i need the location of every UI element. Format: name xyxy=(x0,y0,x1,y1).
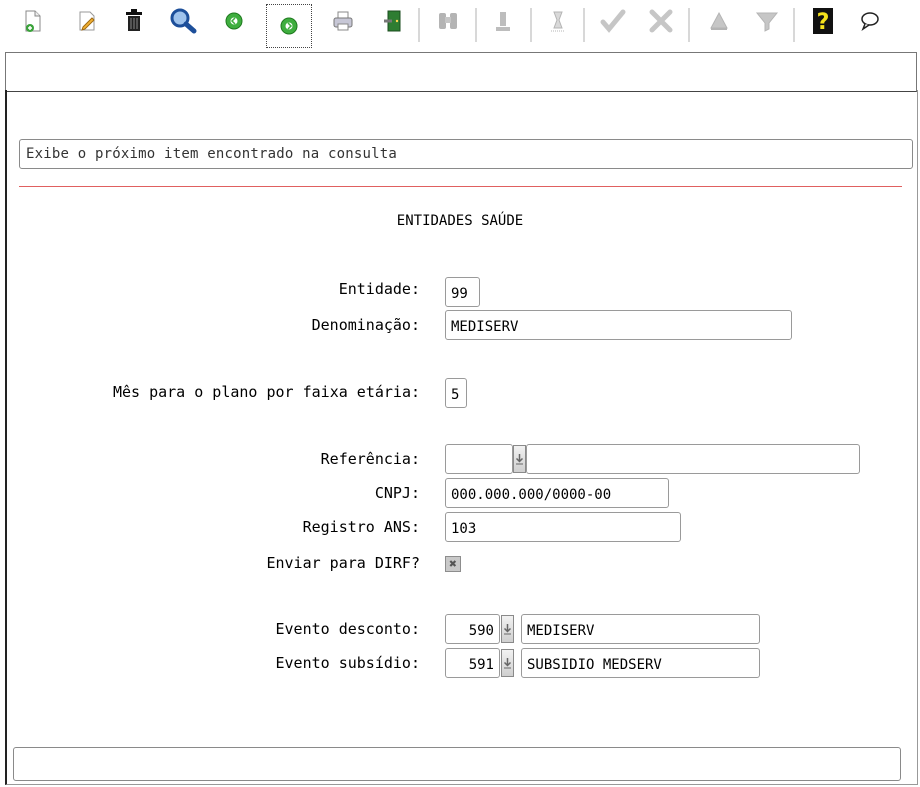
referencia-label: Referência: xyxy=(320,450,420,468)
mes-plano-label: Mês para o plano por faixa etária: xyxy=(112,383,420,401)
cnpj-label: CNPJ: xyxy=(374,484,420,502)
evento-desconto-code-field[interactable]: 590 xyxy=(445,614,500,644)
entidade-field[interactable]: 99 xyxy=(445,277,480,307)
toolbar: ? xyxy=(0,0,920,52)
print-icon[interactable] xyxy=(328,6,358,36)
status-message-field: Exibe o próximo item encontrado na consu… xyxy=(19,139,913,169)
speech-bubble-icon[interactable] xyxy=(855,6,885,36)
evento-subsidio-lookup-button[interactable] xyxy=(501,649,514,677)
download-arrow-icon xyxy=(503,624,512,635)
cancel-tools-icon xyxy=(646,6,676,36)
next-icon[interactable] xyxy=(266,4,312,48)
first-record-icon xyxy=(488,6,518,36)
binoculars-icon xyxy=(433,6,463,36)
evento-desconto-description-field: MEDISERV xyxy=(521,614,760,644)
separator-line xyxy=(19,186,902,187)
evento-subsidio-code-field[interactable]: 591 xyxy=(445,648,500,678)
mes-plano-field[interactable]: 5 xyxy=(445,378,467,408)
evento-desconto-label: Evento desconto: xyxy=(275,620,421,638)
bottom-status-bar xyxy=(13,747,901,781)
enviar-dirf-label: Enviar para DIRF? xyxy=(266,554,420,572)
filter-icon xyxy=(752,6,782,36)
up-arrow-icon xyxy=(704,6,734,36)
hourglass-icon xyxy=(543,6,573,36)
download-arrow-icon xyxy=(503,658,512,669)
new-document-icon[interactable] xyxy=(18,6,48,36)
referencia-code-field[interactable] xyxy=(445,444,513,474)
exit-door-icon[interactable] xyxy=(378,6,408,36)
form-title: ENTIDADES SAÚDE xyxy=(396,213,524,229)
referencia-lookup-button[interactable] xyxy=(513,445,526,473)
evento-subsidio-description-field: SUBSIDIO MEDSERV xyxy=(521,648,760,678)
denominacao-field[interactable]: MEDISERV xyxy=(445,310,792,340)
search-icon[interactable] xyxy=(168,6,198,36)
evento-desconto-lookup-button[interactable] xyxy=(501,615,514,643)
edit-icon[interactable] xyxy=(72,6,102,36)
menu-strip xyxy=(5,52,917,92)
cnpj-field[interactable]: 000.000.000/0000-00 xyxy=(445,478,669,508)
referencia-description-field xyxy=(526,444,860,474)
registro-ans-label: Registro ANS: xyxy=(302,518,420,536)
trash-icon[interactable] xyxy=(119,6,149,36)
previous-icon[interactable] xyxy=(219,6,249,36)
download-arrow-icon xyxy=(515,454,524,465)
svg-text:?: ? xyxy=(817,10,830,35)
evento-subsidio-label: Evento subsídio: xyxy=(275,654,421,672)
entidade-label: Entidade: xyxy=(338,280,420,298)
help-icon[interactable]: ? xyxy=(808,6,838,36)
registro-ans-field[interactable]: 103 xyxy=(445,512,681,542)
enviar-dirf-checkbox[interactable]: ✖ xyxy=(445,556,461,572)
form-frame xyxy=(5,90,918,785)
checkmark-icon xyxy=(598,6,628,36)
denominacao-label: Denominação: xyxy=(311,316,420,334)
